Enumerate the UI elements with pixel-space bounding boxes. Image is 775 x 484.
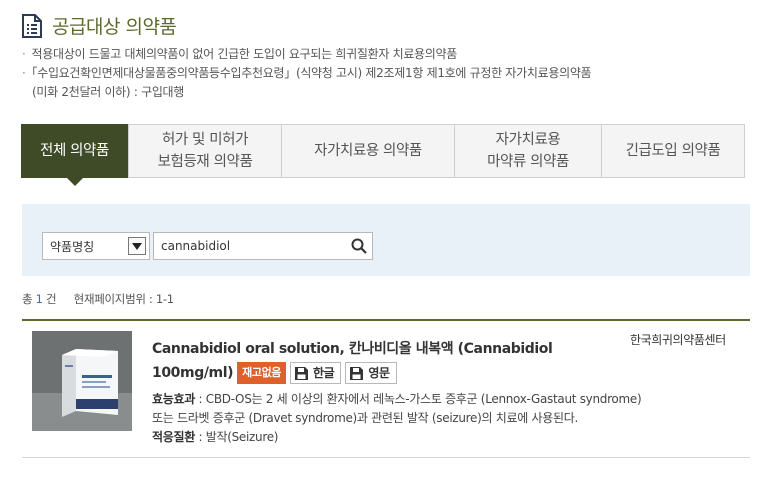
bullet-icon: · [22, 66, 26, 80]
results-summary: 총 1 건 현재페이지범위 : 1-1 [22, 291, 174, 307]
search-category-select[interactable]: 약품명칭 [42, 232, 150, 260]
drug-name-link-cont[interactable]: 100mg/ml) [152, 361, 234, 385]
supplier-organization: 한국희귀의약품센터 [630, 333, 726, 347]
search-query: cannabidiol [161, 239, 231, 253]
note-text: 「수입요건확인면제대상물품중의약품등수입추천요령」(식약청 고시) 제2조제1항… [31, 66, 592, 80]
tab-approved-insured[interactable]: 허가 및 미허가보험등재 의약품 [129, 125, 282, 177]
drug-title: Cannabidiol oral solution, 칸나비디올 내복액 (Ca… [152, 337, 622, 385]
search-panel: 약품명칭 cannabidiol [22, 204, 750, 276]
note-item: · 「수입요건확인면제대상물품중의약품등수입추천요령」(식약청 고시) 제2조제1… [22, 64, 592, 83]
drug-name-link[interactable]: Cannabidiol oral solution, 칸나비디올 내복액 (Ca… [152, 337, 622, 361]
korean-doc-button[interactable]: 한글 [290, 362, 342, 384]
bullet-icon: · [22, 47, 26, 61]
tab-label: 보험등재 의약품 [157, 154, 253, 170]
total-prefix: 총 [22, 292, 33, 306]
result-divider-top [22, 319, 750, 321]
button-label: 한글 [313, 366, 335, 380]
tab-all-drugs[interactable]: 전체 의약품 [21, 124, 129, 186]
page-title: 공급대상 의약품 [52, 16, 177, 38]
notes: · 적용대상이 드물고 대체의약품이 없어 긴급한 도입이 요구되는 희귀질환자 … [22, 45, 592, 102]
indication-text: : 발작(Seizure) [194, 430, 279, 444]
tab-label: 자가치료용 의약품 [314, 143, 422, 159]
tab-self-treatment[interactable]: 자가치료용 의약품 [282, 125, 455, 177]
floppy-disk-icon [350, 366, 364, 380]
indication-label: 적응질환 [152, 430, 195, 444]
tab-emergency-import[interactable]: 긴급도입 의약품 [602, 125, 744, 177]
note-item: · 적용대상이 드물고 대체의약품이 없어 긴급한 도입이 요구되는 희귀질환자 … [22, 45, 591, 64]
page-range: 현재페이지범위 : 1-1 [73, 292, 174, 306]
product-image[interactable] [32, 331, 132, 431]
tab-label: 자가치료용 [495, 132, 561, 148]
total-suffix: 건 [46, 292, 57, 306]
out-of-stock-badge: 재고없음 [237, 362, 287, 384]
result-divider-bottom [22, 457, 750, 458]
page-header: 공급대상 의약품 [22, 12, 177, 39]
button-label: 영문 [368, 366, 390, 380]
efficacy-label: 효능효과 [152, 392, 195, 406]
tab-label: 긴급도입 의약품 [625, 143, 721, 159]
tab-label: 전체 의약품 [40, 143, 109, 159]
english-doc-button[interactable]: 영문 [345, 362, 397, 384]
total-count: 1 [35, 292, 43, 306]
category-tabs: 전체 의약품 허가 및 미허가보험등재 의약품 자가치료용 의약품 자가치료용마… [21, 124, 745, 186]
tab-label: 허가 및 미허가 [161, 132, 249, 148]
tab-label: 마약류 의약품 [487, 154, 569, 170]
note-continuation: (미화 2천달러 이하) : 구입대행 [32, 85, 185, 99]
document-list-icon [22, 13, 42, 38]
drug-description: 효능효과 : CBD-OS는 2 세 이상의 환자에서 레녹스-가스토 증후군 … [152, 390, 742, 447]
chevron-down-icon[interactable] [128, 237, 146, 255]
search-input[interactable]: cannabidiol [153, 232, 373, 260]
search-icon[interactable] [346, 233, 372, 259]
select-value: 약품명칭 [50, 239, 95, 254]
floppy-disk-icon [295, 366, 309, 380]
efficacy-text-cont: 또는 드라벳 증후군 (Dravet syndrome)과 관련된 발작 (se… [152, 411, 578, 425]
tab-self-treatment-narcotics[interactable]: 자가치료용마약류 의약품 [455, 125, 602, 177]
efficacy-text: : CBD-OS는 2 세 이상의 환자에서 레녹스-가스토 증후군 (Lenn… [194, 392, 642, 406]
note-text: 적용대상이 드물고 대체의약품이 없어 긴급한 도입이 요구되는 희귀질환자 치… [31, 47, 458, 61]
